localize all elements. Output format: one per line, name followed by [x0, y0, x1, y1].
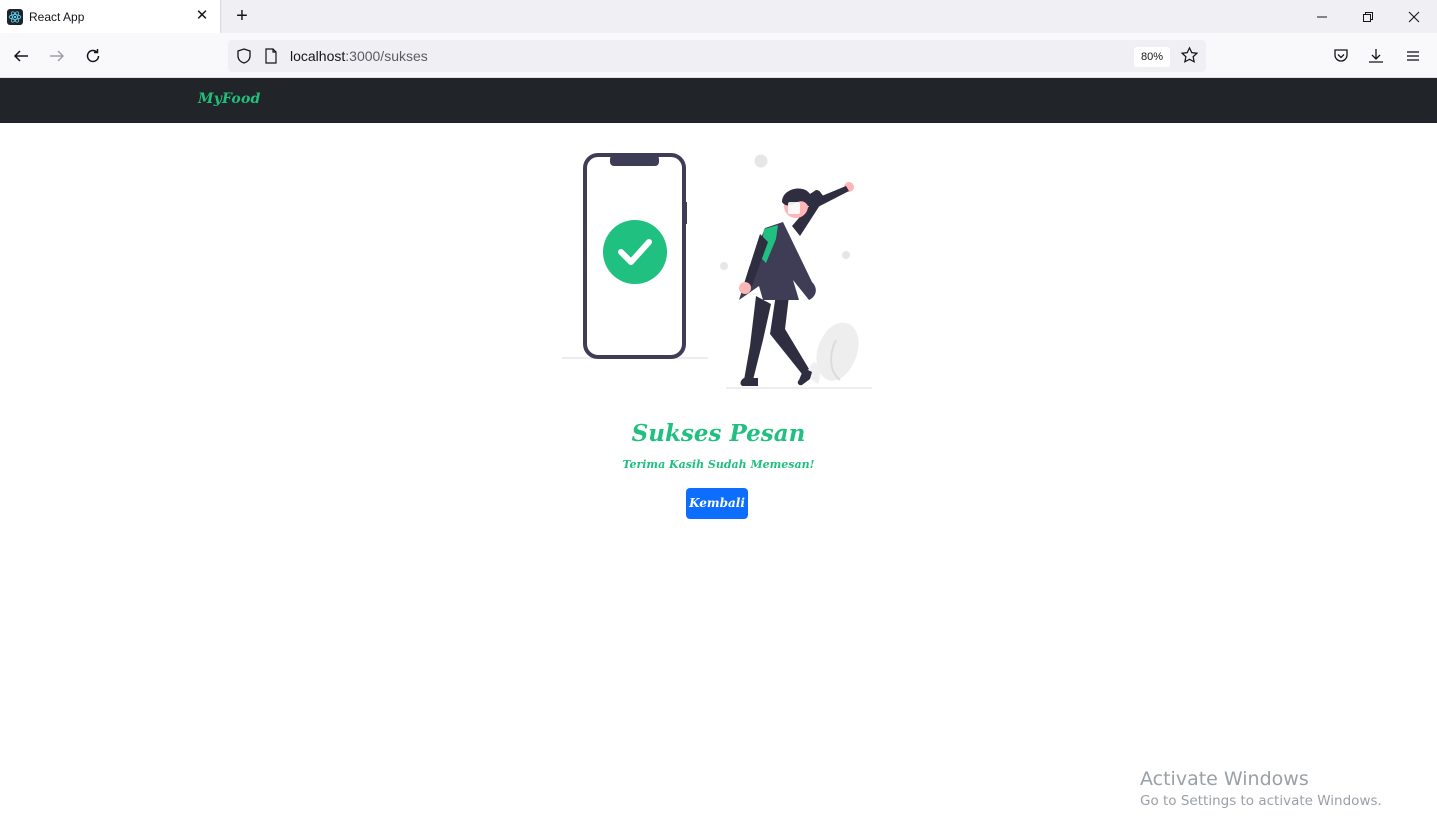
back-button[interactable]: Kembali [686, 488, 748, 519]
brand-logo-link[interactable]: MyFood [198, 91, 260, 107]
back-arrow-icon[interactable] [7, 42, 35, 70]
bookmark-star-icon[interactable] [1180, 46, 1199, 70]
tab-title: React App [29, 9, 85, 24]
pocket-icon[interactable] [1327, 42, 1355, 70]
close-window-button[interactable] [1391, 0, 1437, 33]
page-title: Sukses Pesan [631, 420, 806, 447]
url-text[interactable]: localhost:3000/sukses [290, 48, 428, 64]
browser-toolbar: localhost:3000/sukses 80% [0, 33, 1437, 78]
app-navbar: MyFood [0, 78, 1437, 123]
browser-tab[interactable]: React App ✕ [0, 0, 220, 33]
new-tab-button[interactable]: + [231, 5, 253, 27]
download-icon[interactable] [1362, 42, 1390, 70]
page-icon [264, 48, 278, 69]
order-success-illustration [562, 153, 872, 389]
watermark-subtitle: Go to Settings to activate Windows. [1140, 793, 1382, 809]
react-logo-icon [7, 8, 23, 25]
shield-icon[interactable] [235, 47, 253, 70]
minimize-window-button[interactable] [1299, 0, 1345, 33]
close-tab-icon[interactable]: ✕ [193, 7, 211, 25]
forward-arrow-icon[interactable] [43, 42, 71, 70]
menu-icon[interactable] [1399, 42, 1427, 70]
restore-window-button[interactable] [1345, 0, 1391, 33]
url-bar[interactable]: localhost:3000/sukses 80% [228, 40, 1206, 72]
zoom-level-badge[interactable]: 80% [1134, 47, 1171, 67]
page-subtitle: Terima Kasih Sudah Memesan! [622, 458, 815, 471]
tab-strip: React App ✕ + [0, 0, 1437, 33]
checkmark-circle-icon [603, 220, 667, 284]
windows-activation-watermark: Activate Windows Go to Settings to activ… [1140, 768, 1382, 809]
reload-icon[interactable] [79, 42, 107, 70]
watermark-title: Activate Windows [1140, 768, 1309, 790]
